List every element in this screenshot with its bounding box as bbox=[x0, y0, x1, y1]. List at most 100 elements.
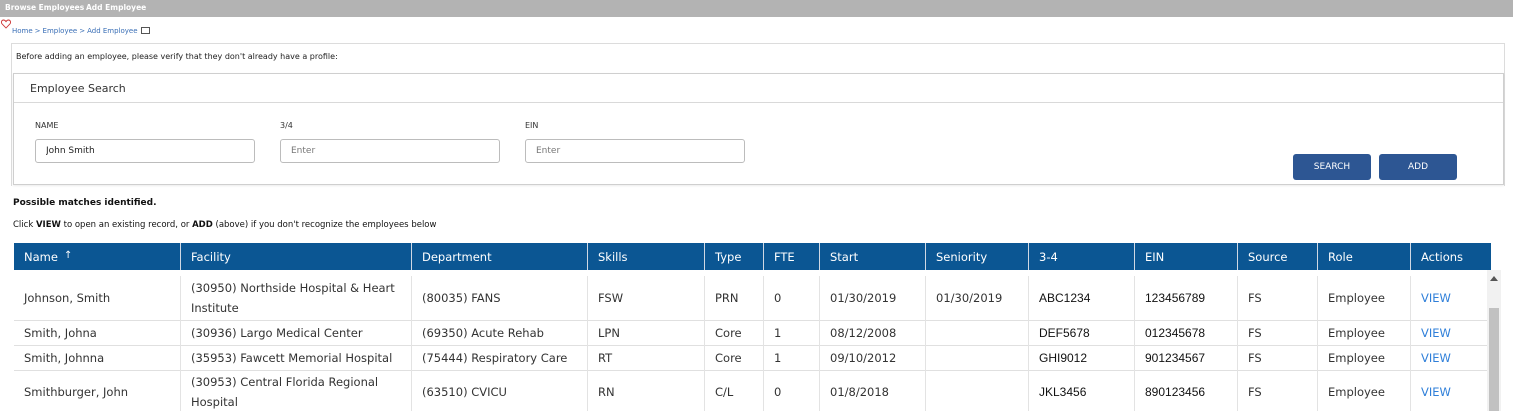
employee-search-title: Employee Search bbox=[30, 82, 126, 95]
cell-department: (75444) Respiratory Care bbox=[411, 345, 587, 370]
column-header-label: Seniority bbox=[936, 250, 988, 264]
cell-facility: (30936) Largo Medical Center bbox=[180, 320, 411, 345]
column-header-source[interactable]: Source bbox=[1237, 243, 1317, 270]
column-header-skills[interactable]: Skills bbox=[587, 243, 704, 270]
view-link[interactable]: VIEW bbox=[1421, 288, 1451, 308]
cell-source: FS bbox=[1237, 370, 1317, 411]
table-row: Johnson, Smith (30950) Northside Hospital… bbox=[14, 276, 1491, 321]
results-instructions: Click VIEW to open an existing record, o… bbox=[13, 220, 436, 230]
instr-text: Click bbox=[13, 220, 36, 230]
view-link[interactable]: VIEW bbox=[1421, 348, 1451, 368]
column-header-seniority[interactable]: Seniority bbox=[925, 243, 1028, 270]
column-header-fte[interactable]: FTE bbox=[763, 243, 819, 270]
scroll-thumb[interactable] bbox=[1489, 308, 1499, 411]
name-label: NAME bbox=[35, 121, 59, 130]
search-button[interactable]: SEARCH bbox=[1293, 154, 1371, 180]
cell-start: 08/12/2008 bbox=[819, 320, 925, 345]
table-row: Smith, Johnna (35953) Fawcett Memorial Ho… bbox=[14, 345, 1491, 371]
column-header-label: Role bbox=[1328, 250, 1353, 264]
cell-three-four: GHI9012 bbox=[1028, 345, 1134, 370]
column-header-role[interactable]: Role bbox=[1317, 243, 1410, 270]
nav-browse-employees[interactable]: Browse Employees bbox=[5, 3, 84, 12]
breadcrumb-separator: > bbox=[34, 27, 41, 35]
column-header-label: 3-4 bbox=[1039, 250, 1058, 264]
employee-search-header bbox=[14, 74, 1503, 103]
column-header-label: Source bbox=[1248, 250, 1288, 264]
instr-text: to open an existing record, or bbox=[60, 220, 193, 230]
cell-role: Employee bbox=[1317, 345, 1410, 370]
ein-input[interactable] bbox=[525, 139, 745, 163]
cell-seniority bbox=[925, 345, 1028, 370]
column-header-ein[interactable]: EIN bbox=[1134, 243, 1237, 270]
cell-role: Employee bbox=[1317, 320, 1410, 345]
employee-search-panel: Employee Search bbox=[13, 73, 1504, 185]
column-header-label: Actions bbox=[1421, 250, 1464, 264]
cell-seniority bbox=[925, 320, 1028, 345]
column-header-start[interactable]: Start bbox=[819, 243, 925, 270]
column-header-label: Name bbox=[24, 250, 58, 264]
instr-add: ADD bbox=[192, 220, 213, 230]
cell-skills: RN bbox=[587, 370, 704, 411]
cell-role: Employee bbox=[1317, 276, 1410, 320]
breadcrumb: Home > Employee > Add Employee bbox=[12, 26, 150, 35]
column-header-label: Type bbox=[715, 250, 742, 264]
table-scrollbar[interactable] bbox=[1487, 270, 1501, 411]
breadcrumb-add-employee[interactable]: Add Employee bbox=[87, 27, 137, 35]
name-input[interactable] bbox=[35, 139, 255, 163]
column-header-label: EIN bbox=[1145, 250, 1165, 264]
verify-instructions: Before adding an employee, please verify… bbox=[16, 52, 338, 61]
cell-three-four: DEF5678 bbox=[1028, 320, 1134, 345]
breadcrumb-employee[interactable]: Employee bbox=[43, 27, 78, 35]
cell-role: Employee bbox=[1317, 370, 1410, 411]
add-button[interactable]: ADD bbox=[1379, 154, 1457, 180]
cell-actions: VIEW bbox=[1410, 320, 1491, 345]
cell-source: FS bbox=[1237, 345, 1317, 370]
three-four-input[interactable] bbox=[280, 139, 500, 163]
cell-facility: (35953) Fawcett Memorial Hospital bbox=[180, 345, 411, 370]
column-header-type[interactable]: Type bbox=[704, 243, 763, 270]
column-header-facility[interactable]: Facility bbox=[180, 243, 411, 270]
view-link[interactable]: VIEW bbox=[1421, 382, 1451, 402]
cell-department: (63510) CVICU bbox=[411, 370, 587, 411]
column-header-actions[interactable]: Actions bbox=[1410, 243, 1491, 270]
cell-facility: (30953) Central Florida Regional Hospita… bbox=[180, 370, 411, 411]
cell-skills: LPN bbox=[587, 320, 704, 345]
column-header-three-four[interactable]: 3-4 bbox=[1028, 243, 1134, 270]
scroll-up-icon[interactable] bbox=[1490, 276, 1498, 281]
cell-three-four: JKL3456 bbox=[1028, 370, 1134, 411]
cell-actions: VIEW bbox=[1410, 276, 1491, 320]
cell-actions: VIEW bbox=[1410, 345, 1491, 370]
cell-fte: 0 bbox=[763, 276, 819, 320]
cell-facility: (30950) Northside Hospital & Heart Insti… bbox=[180, 276, 411, 320]
results-table: Name ↑ Facility Department Skills Type FTE Star… bbox=[14, 243, 1491, 411]
matches-heading: Possible matches identified. bbox=[13, 198, 157, 208]
table-row: Smith, Johna (30936) Largo Medical Center… bbox=[14, 320, 1491, 346]
column-header-name[interactable]: Name ↑ bbox=[14, 243, 180, 270]
instr-text: (above) if you don't recognize the emplo… bbox=[212, 220, 437, 230]
column-header-label: Department bbox=[422, 250, 492, 264]
column-header-department[interactable]: Department bbox=[411, 243, 587, 270]
column-header-label: Skills bbox=[598, 250, 628, 264]
view-link[interactable]: VIEW bbox=[1421, 323, 1451, 343]
cell-start: 01/30/2019 bbox=[819, 276, 925, 320]
cell-ein: 123456789 bbox=[1134, 276, 1237, 320]
sort-ascending-icon[interactable]: ↑ bbox=[64, 250, 72, 261]
cell-ein: 890123456 bbox=[1134, 370, 1237, 411]
cell-seniority bbox=[925, 370, 1028, 411]
cell-source: FS bbox=[1237, 320, 1317, 345]
mail-icon[interactable] bbox=[140, 27, 150, 34]
cell-start: 09/10/2012 bbox=[819, 345, 925, 370]
cell-actions: VIEW bbox=[1410, 370, 1491, 411]
cell-department: (80035) FANS bbox=[411, 276, 587, 320]
cell-ein: 012345678 bbox=[1134, 320, 1237, 345]
cell-fte: 1 bbox=[763, 320, 819, 345]
column-header-label: Facility bbox=[191, 250, 231, 264]
nav-add-employee[interactable]: Add Employee bbox=[86, 3, 146, 12]
cell-skills: FSW bbox=[587, 276, 704, 320]
heart-icon bbox=[1, 19, 11, 29]
cell-name: Johnson, Smith bbox=[24, 291, 111, 305]
breadcrumb-home[interactable]: Home bbox=[12, 27, 33, 35]
three-four-label: 3/4 bbox=[280, 121, 293, 130]
cell-seniority: 01/30/2019 bbox=[925, 276, 1028, 320]
column-header-label: FTE bbox=[774, 250, 795, 264]
